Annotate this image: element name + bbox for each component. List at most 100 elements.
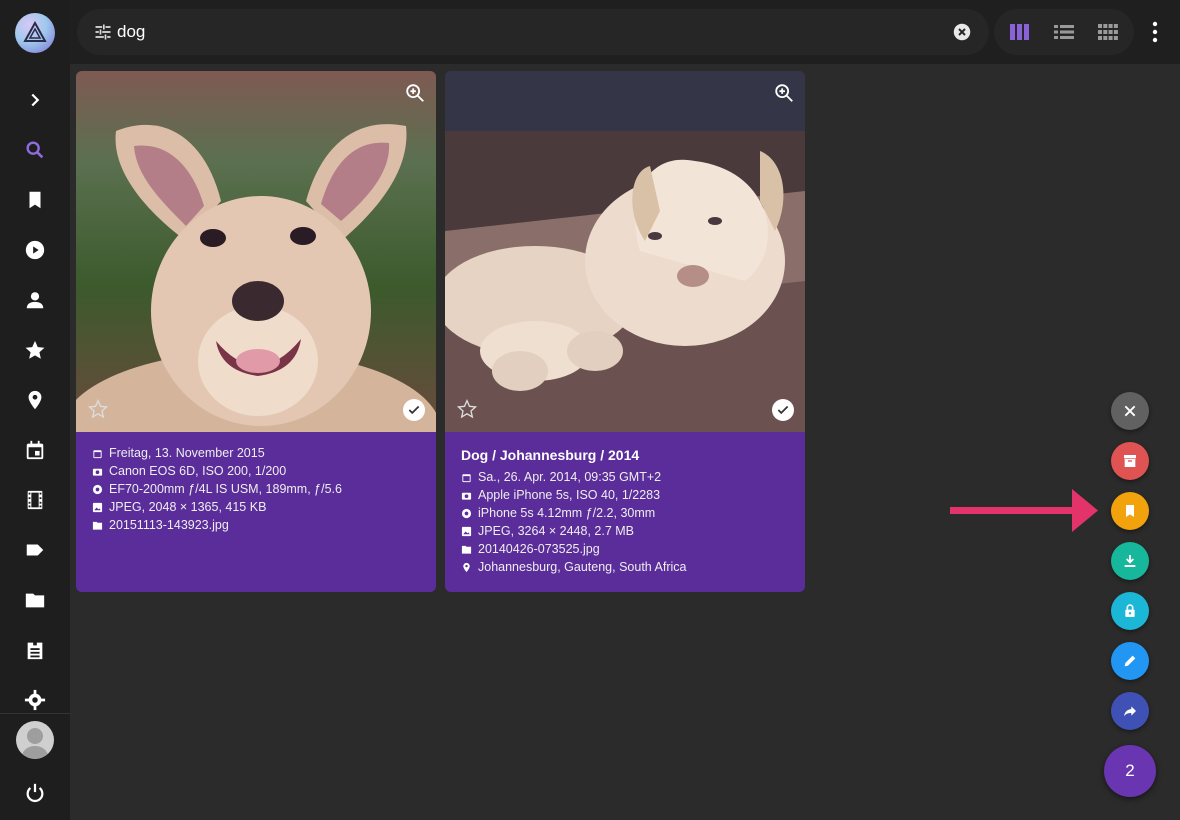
sidebar-item-calendar[interactable] [22,437,48,463]
app-logo[interactable] [15,13,55,53]
download-icon [1124,555,1136,567]
info-text: Sa., 26. Apr. 2014, 09:35 GMT+2 [478,470,662,484]
view-column-icon [1010,24,1029,40]
calendar-icon [93,449,102,458]
power-icon [26,783,44,803]
selected-check[interactable] [403,399,425,421]
place-icon [28,390,42,410]
chevron-right-icon [31,93,40,107]
calendar-icon [462,473,471,482]
info-row-filename: 20151113-143923.jpg [92,516,426,534]
info-row-date: Freitag, 13. November 2015 [92,444,426,462]
view-switcher [994,9,1134,55]
check-icon [408,405,420,415]
image-icon [92,502,103,512]
library-icon [27,642,43,660]
folder-icon [25,593,45,608]
sidebar-expand[interactable] [22,87,48,113]
share-button[interactable] [1111,692,1149,730]
film-icon [27,490,43,510]
info-text: Canon EOS 6D, ISO 200, 1/200 [109,464,287,478]
sidebar-item-places[interactable] [22,387,48,413]
tune-icon[interactable] [93,22,113,42]
star-icon [25,340,45,359]
sidebar-item-settings[interactable] [22,687,48,713]
info-row-camera: Canon EOS 6D, ISO 200, 1/200 [92,462,426,480]
photo-card[interactable]: Freitag, 13. November 2015 Canon EOS 6D,… [76,71,436,592]
info-text: EF70-200mm ƒ/4L IS USM, 189mm, ƒ/5.6 [109,482,342,496]
info-row-filename: 20140426-073525.jpg [461,540,795,558]
info-text: iPhone 5s 4.12mm ƒ/2.2, 30mm [478,506,656,520]
info-row-lens: iPhone 5s 4.12mm ƒ/2.2, 30mm [461,504,795,522]
info-row-file-info: JPEG, 3264 × 2448, 2.7 MB [461,522,795,540]
person-icon [26,292,44,309]
info-text: Apple iPhone 5s, ISO 40, 1/2283 [478,488,661,502]
selected-check[interactable] [772,399,794,421]
more-vert-icon[interactable] [1146,20,1164,44]
camera-icon [461,492,472,500]
private-button[interactable] [1111,592,1149,630]
settings-icon [24,689,46,711]
view-cards-button[interactable] [1009,21,1031,43]
star-outline-icon[interactable] [88,399,108,419]
sidebar-divider [0,713,70,714]
download-button[interactable] [1111,542,1149,580]
view-list-button[interactable] [1053,21,1075,43]
logout-button[interactable] [22,780,48,806]
edit-button[interactable] [1111,642,1149,680]
file-icon [92,521,103,530]
sidebar-item-library[interactable] [22,637,48,663]
star-outline-icon[interactable] [457,399,477,419]
add-to-album-button[interactable] [1111,492,1149,530]
sidebar-item-moments[interactable] [22,487,48,513]
clear-search-icon[interactable] [953,23,971,41]
user-silhouette-icon [21,728,49,759]
sidebar-item-folders[interactable] [22,587,48,613]
archive-button[interactable] [1111,442,1149,480]
selection-count-button[interactable]: 2 [1104,745,1156,797]
archive-icon [1124,455,1136,467]
photo-info: Dog / Johannesburg / 2014 Sa., 26. Apr. … [461,444,795,576]
info-row-lens: EF70-200mm ƒ/4L IS USM, 189mm, ƒ/5.6 [92,480,426,498]
share-icon [1124,706,1136,717]
view-comfy-icon [1098,24,1118,40]
photo-info: Freitag, 13. November 2015 Canon EOS 6D,… [92,444,426,534]
image-icon [461,526,472,536]
view-list-icon [1054,25,1074,39]
info-text: Freitag, 13. November 2015 [109,446,265,460]
bookmark-icon [1126,505,1134,517]
info-text: JPEG, 3264 × 2448, 2.7 MB [478,524,634,538]
sidebar-item-favorites[interactable] [22,337,48,363]
toolbar [70,0,1180,64]
photo-thumbnail[interactable] [76,71,436,432]
sidebar-item-videos[interactable] [22,237,48,263]
avatar[interactable] [16,721,54,759]
aperture-icon [461,508,472,518]
check-icon [777,405,789,415]
zoom-in-icon[interactable] [773,82,795,104]
triangle-logo-icon [23,21,47,42]
aperture-icon [92,484,103,494]
camera-icon [92,468,103,476]
sidebar [0,0,70,820]
view-mosaic-button[interactable] [1097,21,1119,43]
photo-thumbnail[interactable] [445,71,805,432]
search-input[interactable] [117,17,937,47]
sidebar-item-labels[interactable] [22,537,48,563]
place-icon [463,562,470,572]
zoom-in-icon[interactable] [404,82,426,104]
file-icon [461,545,472,554]
lock-icon [1125,604,1135,617]
search-icon [26,141,44,159]
photo-title[interactable]: Dog / Johannesburg / 2014 [461,447,795,463]
clear-selection-button[interactable] [1111,392,1149,430]
play-circle-icon [25,240,45,260]
sidebar-item-search[interactable] [22,137,48,163]
info-text: 20140426-073525.jpg [478,542,600,556]
sidebar-item-people[interactable] [22,287,48,313]
sidebar-item-albums[interactable] [22,187,48,213]
info-row-location[interactable]: Johannesburg, Gauteng, South Africa [461,558,795,576]
photo-card[interactable]: Dog / Johannesburg / 2014 Sa., 26. Apr. … [445,71,805,592]
info-text: Johannesburg, Gauteng, South Africa [478,560,687,574]
calendar-icon [26,440,44,460]
